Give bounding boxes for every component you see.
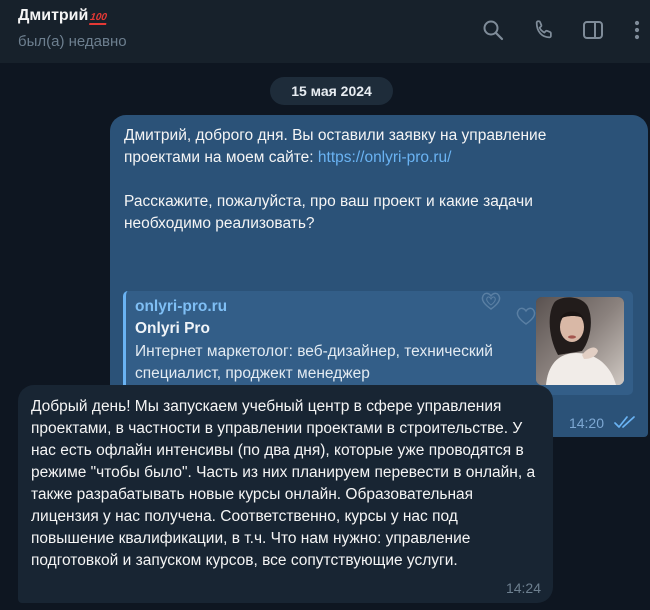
phone-icon xyxy=(535,20,552,39)
hundred-points-emoji: 100 xyxy=(89,12,108,25)
incoming-message-time: 14:24 xyxy=(505,580,541,596)
incoming-message-text: Добрый день! Мы запускаем учебный центр … xyxy=(31,398,536,569)
call-button[interactable] xyxy=(531,17,557,43)
preview-thumbnail[interactable] xyxy=(536,297,624,385)
preview-title: Onlyri Pro xyxy=(135,320,210,337)
heart-pattern-icon xyxy=(516,307,536,325)
sidebar-toggle-button[interactable] xyxy=(580,17,606,43)
outgoing-message-time: 14:20 xyxy=(568,415,604,431)
telegram-chat-window: Дмитрий100 был(а) недавно 15 мая 2024 Дм… xyxy=(0,0,650,610)
heart-pattern-icon xyxy=(481,292,501,310)
more-vertical-icon xyxy=(634,20,640,40)
contact-name: Дмитрий xyxy=(18,7,89,24)
outgoing-message-text: Дмитрий, доброго дня. Вы оставили заявку… xyxy=(124,125,624,235)
portrait-photo xyxy=(536,297,624,385)
sidebar-toggle-icon xyxy=(583,21,603,39)
search-icon xyxy=(483,20,504,41)
chat-history[interactable]: 15 мая 2024 Дмитрий, доброго дня. Вы ост… xyxy=(0,63,650,610)
search-button[interactable] xyxy=(480,17,506,43)
date-separator: 15 мая 2024 xyxy=(270,77,393,105)
website-link[interactable]: https://onlyri-pro.ru/ xyxy=(318,149,452,166)
contact-name-row[interactable]: Дмитрий100 xyxy=(18,7,108,25)
outgoing-text-question: Расскажите, пожалуйста, про ваш проект и… xyxy=(124,193,538,232)
double-check-icon xyxy=(614,416,635,428)
contact-status: был(а) недавно xyxy=(18,33,127,50)
chat-header: Дмитрий100 был(а) недавно xyxy=(0,0,650,63)
link-preview[interactable]: onlyri-pro.ru Onlyri Pro Интернет маркет… xyxy=(123,291,633,395)
incoming-message[interactable]: Добрый день! Мы запускаем учебный центр … xyxy=(18,385,553,603)
preview-site-name[interactable]: onlyri-pro.ru xyxy=(135,298,227,316)
more-button[interactable] xyxy=(624,17,650,43)
preview-description: Интернет маркетолог: веб-дизайнер, техни… xyxy=(135,343,493,382)
